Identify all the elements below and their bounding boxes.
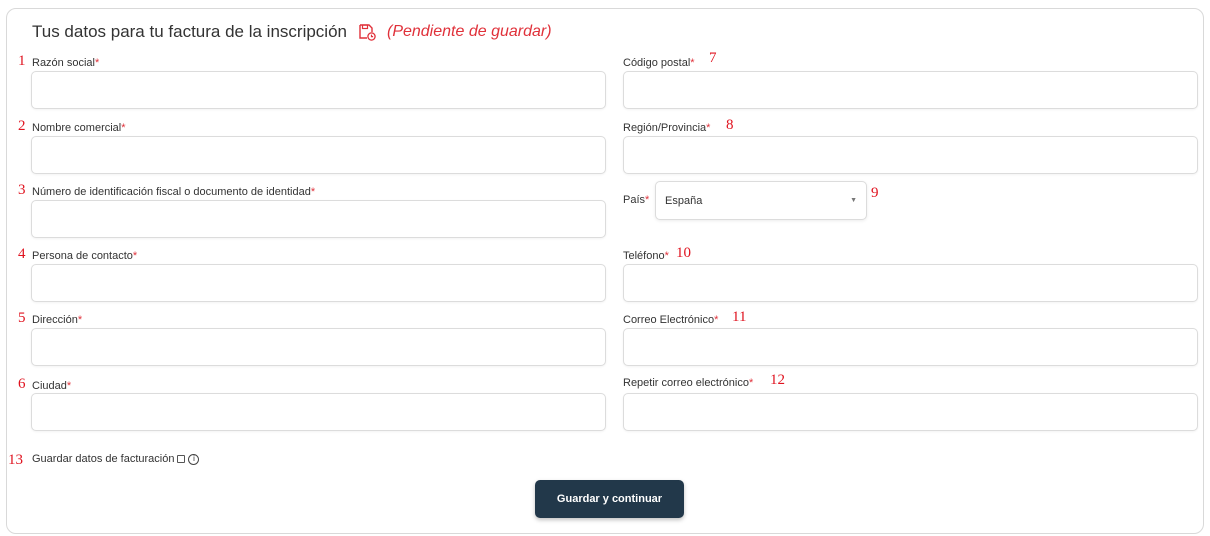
codigo-postal-input[interactable] (623, 71, 1198, 109)
info-icon[interactable]: i (188, 453, 200, 465)
label-correo: Correo Electrónico* (623, 314, 719, 326)
label-nif: Número de identificación fiscal o docume… (32, 186, 316, 198)
label-region-provincia: Región/Provincia* (623, 122, 711, 134)
label-persona-contacto: Persona de contacto* (32, 250, 138, 262)
field-number-9: 9 (871, 185, 879, 201)
direccion-input[interactable] (31, 328, 606, 366)
label-pais: País* (623, 194, 650, 206)
field-number-13: 13 (8, 452, 23, 468)
save-pending-icon (357, 22, 377, 42)
label-razon-social: Razón social* (32, 57, 100, 69)
field-number-6: 6 (18, 376, 26, 392)
save-billing-label: Guardar datos de facturación (32, 453, 175, 465)
pais-select[interactable]: España ▼ (655, 181, 867, 220)
pais-selected-value: España (665, 194, 703, 207)
field-number-2: 2 (18, 118, 26, 134)
repetir-correo-input[interactable] (623, 393, 1198, 431)
form-title: Tus datos para tu factura de la inscripc… (32, 22, 347, 41)
chevron-down-icon: ▼ (850, 197, 857, 204)
label-nombre-comercial: Nombre comercial* (32, 122, 126, 134)
correo-input[interactable] (623, 328, 1198, 366)
field-number-3: 3 (18, 182, 26, 198)
save-billing-row: Guardar datos de facturación i (32, 453, 200, 465)
save-and-continue-button[interactable]: Guardar y continuar (535, 480, 684, 518)
region-provincia-input[interactable] (623, 136, 1198, 174)
nombre-comercial-input[interactable] (31, 136, 606, 174)
field-number-1: 1 (18, 53, 26, 69)
label-telefono: Teléfono* (623, 250, 669, 262)
nif-input[interactable] (31, 200, 606, 238)
field-number-12: 12 (770, 372, 785, 388)
label-ciudad: Ciudad* (32, 380, 72, 392)
save-billing-checkbox[interactable] (177, 455, 186, 463)
field-number-8: 8 (726, 117, 734, 133)
pending-save-status: (Pendiente de guardar) (386, 23, 552, 40)
field-number-5: 5 (18, 310, 26, 326)
field-number-11: 11 (732, 309, 747, 325)
label-codigo-postal: Código postal* (623, 57, 695, 69)
ciudad-input[interactable] (31, 393, 606, 431)
razon-social-input[interactable] (31, 71, 606, 109)
field-number-10: 10 (676, 245, 691, 261)
telefono-input[interactable] (623, 264, 1198, 302)
persona-contacto-input[interactable] (31, 264, 606, 302)
label-direccion: Dirección* (32, 314, 83, 326)
form-header: Tus datos para tu factura de la inscripc… (32, 20, 552, 44)
label-repetir-correo: Repetir correo electrónico* (623, 377, 754, 389)
field-number-4: 4 (18, 246, 26, 262)
field-number-7: 7 (709, 50, 717, 66)
